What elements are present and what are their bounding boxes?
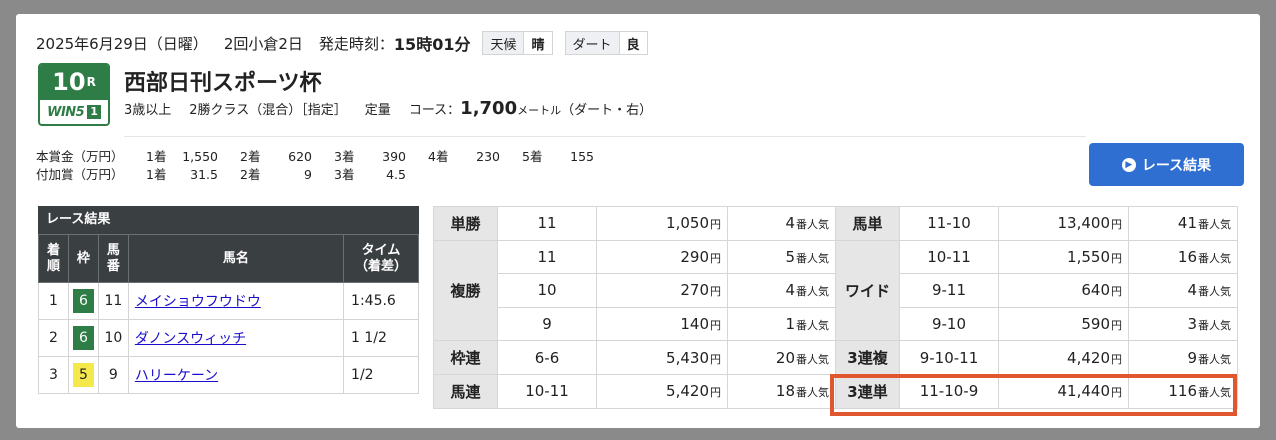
horse-name-link[interactable]: ダノンスウィッチ — [135, 331, 246, 347]
course-label: コース： — [408, 103, 461, 118]
post-time: 15時01分 — [393, 35, 471, 54]
horse-no: 9 — [97, 356, 129, 394]
table-row: 2 6 10 ダノンスウィッチ 1 1/2 — [38, 319, 419, 357]
payout-row: 枠連 6-6 5,430円 20番人気 3連複 9-10-11 4,420円 9… — [433, 340, 1238, 375]
race-class: 2勝クラス（混合）［指定］ — [189, 103, 347, 118]
col-horse-name: 馬名 — [127, 234, 345, 283]
race-date: 2025年6月29日（日曜） — [36, 34, 208, 53]
race-number: 10 — [52, 68, 86, 96]
bet-type-tansho: 単勝 — [433, 206, 498, 241]
rank: 2 — [38, 319, 69, 357]
distance-unit: メートル — [517, 104, 562, 117]
win5-logo: WIN5 1 — [40, 100, 108, 124]
bet-type-fukusho: 複勝 — [433, 239, 498, 342]
prize-money: 本賞金（万円） 1着 1,550 2着 620 3着 390 4着 230 5着 155 … — [36, 148, 610, 184]
weather-label: 天候 — [483, 32, 524, 54]
track-chip: ダート 良 — [564, 31, 648, 55]
race-meta: 2025年6月29日（日曜） 2回小倉2日 発走時刻： 15時01分 天候 晴 … — [36, 31, 648, 55]
race-name: 西部日刊スポーツ杯 — [124, 71, 322, 96]
weight-rule: 定量 — [364, 103, 391, 118]
race-age: 3歳以上 — [124, 103, 172, 118]
col-rank: 着順 — [38, 234, 69, 283]
prize-row: 付加賞（万円） 1着 31.5 2着 9 3着 4.5 — [36, 167, 406, 182]
race-number-suffix: R — [86, 75, 96, 89]
race-result-button-label: レース結果 — [1141, 157, 1212, 174]
bet-type-umatan: 馬単 — [835, 206, 900, 241]
horse-no: 10 — [97, 319, 129, 357]
race-conditions: 3歳以上 2勝クラス（混合）［指定］ 定量 コース： 1,700 メートル （ダ… — [124, 98, 652, 119]
prize-row: 本賞金（万円） 1着 1,550 2着 620 3着 390 4着 230 5着 155 — [36, 149, 594, 164]
win5-leg: 1 — [87, 105, 101, 119]
horse-name-link[interactable]: メイショウフウドウ — [135, 294, 261, 310]
divider — [124, 136, 1086, 137]
race-result-card: 2025年6月29日（日曜） 2回小倉2日 発走時刻： 15時01分 天候 晴 … — [16, 14, 1260, 428]
finish-margin: 1 1/2 — [343, 319, 419, 357]
race-result-button[interactable]: ▶ レース結果 — [1089, 143, 1244, 186]
finish-margin: 1/2 — [343, 356, 419, 394]
table-row: 3 5 9 ハリーケーン 1/2 — [38, 356, 419, 394]
results-table: 着順 枠 馬番 馬名 タイム（着差） 1 6 11 メイショウフウドウ 1:45… — [38, 234, 419, 394]
frame-badge: 6 — [72, 289, 94, 313]
meeting: 2回小倉2日 — [223, 34, 303, 53]
col-frame: 枠 — [67, 234, 99, 283]
col-horse-no: 馬番 — [97, 234, 129, 283]
rank: 1 — [38, 282, 69, 320]
post-time-label: 発走時刻： — [318, 34, 394, 53]
win5-text: WIN5 — [47, 104, 85, 120]
table-row: 1 6 11 メイショウフウドウ 1:45.6 — [38, 282, 419, 320]
distance: 1,700 — [460, 98, 518, 119]
bet-type-sanrenpuku: 3連複 — [835, 340, 900, 375]
track-label: ダート — [565, 32, 619, 54]
payout-row: 複勝 11 290円 5番人気 ワイド 10-11 1,550円 16番人気 — [433, 239, 1238, 342]
payout-row: 単勝 11 1,050円 4番人気 馬単 11-10 13,400円 41番人気 — [433, 206, 1238, 241]
track-condition: 良 — [618, 32, 647, 54]
horse-name-link[interactable]: ハリーケーン — [135, 368, 218, 384]
results-table-section: レース結果 着順 枠 馬番 馬名 タイム（着差） 1 6 11 メイショウフウド… — [38, 206, 419, 394]
course-detail: （ダート・右） — [561, 103, 653, 118]
results-header-row: 着順 枠 馬番 馬名 タイム（着差） — [38, 234, 419, 283]
frame-badge: 6 — [72, 326, 94, 350]
bet-type-wide: ワイド — [835, 239, 900, 342]
frame-badge: 5 — [72, 363, 94, 387]
col-time: タイム（着差） — [343, 234, 419, 283]
chevron-right-circle-icon: ▶ — [1121, 157, 1136, 172]
race-number-badge: 10 R WIN5 1 — [38, 63, 110, 126]
weather-value: 晴 — [523, 32, 551, 54]
bet-type-umaren: 馬連 — [433, 373, 498, 409]
finish-time: 1:45.6 — [343, 282, 419, 320]
weather-chip: 天候 晴 — [482, 31, 553, 55]
sanrentan-highlight-box — [830, 374, 1237, 416]
bet-type-wakuren: 枠連 — [433, 340, 498, 375]
rank: 3 — [38, 356, 69, 394]
results-title: レース結果 — [38, 206, 419, 234]
horse-no: 11 — [97, 282, 129, 320]
